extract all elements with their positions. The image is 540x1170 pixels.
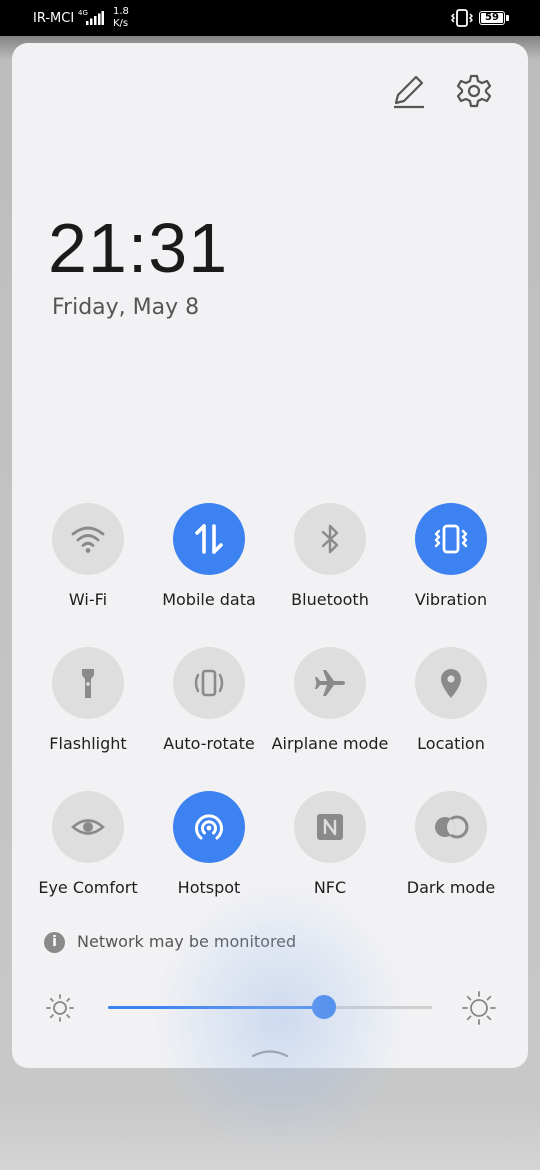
wifi-icon [71, 526, 105, 553]
carrier-name: IR-MCI [33, 11, 75, 26]
tile-label: Vibration [414, 590, 488, 609]
mobile-data-icon [195, 524, 223, 554]
pencil-icon[interactable] [390, 73, 426, 109]
network-speed: 1.8 K/s [113, 6, 129, 30]
tile-label: Auto-rotate [163, 734, 255, 753]
location-toggle[interactable] [415, 647, 487, 719]
dark-mode-toggle[interactable] [415, 791, 487, 863]
vibrate-mode-icon [451, 9, 473, 27]
tile-label: Wi-Fi [68, 590, 108, 609]
tile-mobile-data[interactable]: Mobile data [149, 503, 269, 611]
eye-comfort-toggle[interactable] [52, 791, 124, 863]
auto-rotate-toggle[interactable] [173, 647, 245, 719]
dark-mode-icon [435, 815, 469, 839]
location-pin-icon [441, 669, 461, 698]
clock-time: 21:31 [48, 209, 229, 287]
bluetooth-toggle[interactable] [294, 503, 366, 575]
vibration-icon [434, 524, 468, 554]
battery-indicator: 59 [479, 11, 509, 25]
tile-wifi[interactable]: Wi-Fi [28, 503, 148, 611]
tile-label: Flashlight [49, 734, 127, 753]
tile-flashlight[interactable]: Flashlight [28, 647, 148, 755]
mobile-data-toggle[interactable] [173, 503, 245, 575]
gear-icon[interactable] [456, 73, 492, 109]
tile-label: Airplane mode [271, 734, 389, 753]
tile-eye-comfort[interactable]: Eye Comfort [28, 791, 148, 899]
bluetooth-icon [321, 524, 339, 554]
hotspot-toggle[interactable] [173, 791, 245, 863]
tile-airplane-mode[interactable]: Airplane mode [270, 647, 390, 755]
nfc-icon [317, 814, 343, 840]
airplane-mode-toggle[interactable] [294, 647, 366, 719]
tile-bluetooth[interactable]: Bluetooth [270, 503, 390, 611]
hotspot-icon [195, 814, 223, 840]
battery-level: 59 [485, 12, 499, 23]
info-icon: i [44, 932, 65, 953]
tile-auto-rotate[interactable]: Auto-rotate [149, 647, 269, 755]
background-glow [150, 880, 410, 1160]
speed-unit: K/s [113, 18, 129, 29]
flashlight-icon [82, 669, 94, 698]
vibration-toggle[interactable] [415, 503, 487, 575]
nfc-toggle[interactable] [294, 791, 366, 863]
tile-label: Dark mode [406, 878, 496, 897]
airplane-icon [315, 670, 345, 696]
brightness-low-icon [46, 994, 74, 1022]
brightness-high-icon [462, 991, 496, 1025]
eye-icon [71, 819, 105, 835]
auto-rotate-icon [194, 669, 224, 697]
tile-location[interactable]: Location [391, 647, 511, 755]
tile-dark-mode[interactable]: Dark mode [391, 791, 511, 899]
status-bar: IR-MCI 4G 1.8 K/s 59 [0, 0, 540, 36]
wifi-toggle[interactable] [52, 503, 124, 575]
tile-label: Eye Comfort [38, 878, 138, 897]
clock-date: Friday, May 8 [52, 295, 200, 320]
tile-label: Bluetooth [291, 590, 369, 609]
tile-label: Location [417, 734, 485, 753]
tile-vibration[interactable]: Vibration [391, 503, 511, 611]
signal-strength-icon [86, 11, 104, 25]
speed-value: 1.8 [113, 6, 129, 17]
tile-label: Mobile data [162, 590, 256, 609]
flashlight-toggle[interactable] [52, 647, 124, 719]
